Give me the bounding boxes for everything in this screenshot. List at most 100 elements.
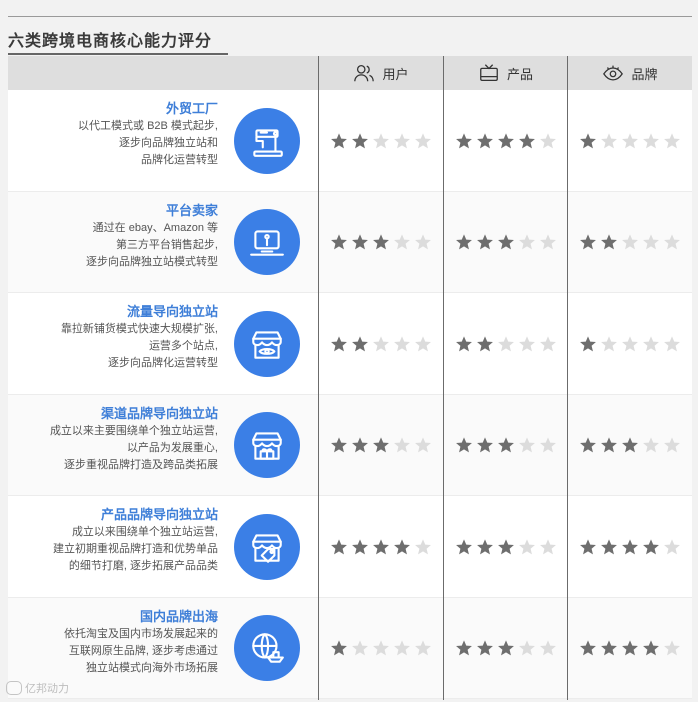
star-filled-icon (456, 336, 472, 352)
star-rating-users (319, 132, 443, 150)
star-filled-icon (352, 234, 368, 250)
row-divider (8, 698, 692, 699)
star-rating-product (444, 538, 568, 556)
category-icon-badge (234, 412, 300, 479)
star-empty-icon (622, 234, 638, 250)
star-empty-icon (664, 640, 680, 656)
table-row: 产品品牌导向独立站 成立以来围绕单个独立站运营, 建立初期重视品牌打造和优势单品 … (8, 496, 692, 598)
category-description: 依托淘宝及国内市场发展起来的 互联网原生品牌, 逐步考虑通过 独立站模式向海外市… (64, 627, 218, 674)
star-empty-icon (643, 437, 659, 453)
star-filled-icon (331, 539, 347, 555)
star-filled-icon (643, 640, 659, 656)
star-filled-icon (498, 133, 514, 149)
column-divider (443, 56, 444, 700)
column-divider (567, 56, 568, 700)
star-filled-icon (601, 640, 617, 656)
star-rating-brand (568, 233, 692, 251)
star-filled-icon (352, 336, 368, 352)
tv-icon (480, 64, 498, 81)
category-name: 渠道品牌导向独立站 (100, 405, 218, 421)
star-rating-product (444, 639, 568, 657)
star-filled-icon (373, 437, 389, 453)
star-filled-icon (456, 539, 472, 555)
star-empty-icon (352, 640, 368, 656)
star-rating-users (319, 538, 443, 556)
star-filled-icon (580, 640, 596, 656)
store-gift-icon (252, 432, 282, 461)
star-filled-icon (477, 539, 493, 555)
star-filled-icon (477, 336, 493, 352)
star-filled-icon (498, 234, 514, 250)
category-icon-badge (234, 107, 300, 174)
star-filled-icon (331, 336, 347, 352)
star-filled-icon (622, 640, 638, 656)
star-empty-icon (415, 539, 431, 555)
star-filled-icon (580, 336, 596, 352)
table-row: 渠道品牌导向独立站 成立以来主要围绕单个独立站运营, 以产品为发展重心, 逐步重视… (8, 394, 692, 496)
sewing-machine-icon (253, 129, 283, 157)
star-filled-icon (477, 640, 493, 656)
category-name: 平台卖家 (165, 202, 218, 218)
star-filled-icon (477, 133, 493, 149)
star-empty-icon (643, 336, 659, 352)
header-label: 产品 (506, 66, 533, 82)
star-empty-icon (415, 336, 431, 352)
star-filled-icon (580, 234, 596, 250)
eye-icon (603, 65, 624, 81)
row-text: 流量导向独立站靠拉新铺货模式快速大规模扩张, 运营多个站点, 逐步向品牌化运营转… (8, 303, 218, 372)
star-filled-icon (498, 539, 514, 555)
star-filled-icon (456, 133, 472, 149)
header-brand: 品牌 (568, 56, 692, 90)
star-rating-product (444, 233, 568, 251)
store-tag-icon (252, 534, 282, 563)
category-description: 成立以来围绕单个独立站运营, 建立初期重视品牌打造和优势单品 的细节打磨, 逐步… (53, 526, 218, 572)
header-label: 品牌 (631, 66, 658, 82)
star-empty-icon (540, 539, 556, 555)
table-row: 国内品牌出海 依托淘宝及国内市场发展起来的 互联网原生品牌, 逐步考虑通过 独立站… (8, 597, 692, 699)
header-label: 用户 (382, 66, 409, 82)
star-empty-icon (664, 234, 680, 250)
header-users: 用户 (319, 56, 443, 90)
star-empty-icon (622, 336, 638, 352)
star-filled-icon (331, 133, 347, 149)
title-underline (8, 53, 228, 55)
star-rating-product (444, 436, 568, 454)
star-filled-icon (643, 539, 659, 555)
header-product: 产品 (444, 56, 567, 90)
row-text: 国内品牌出海 依托淘宝及国内市场发展起来的 互联网原生品牌, 逐步考虑通过 独立站… (8, 608, 218, 677)
category-icon-badge (234, 310, 300, 377)
star-filled-icon (331, 234, 347, 250)
star-empty-icon (643, 133, 659, 149)
star-filled-icon (456, 234, 472, 250)
laptop-icon (250, 230, 284, 256)
star-filled-icon (498, 437, 514, 453)
table-header: 用户 产品 品牌 (8, 56, 692, 90)
star-empty-icon (519, 336, 535, 352)
star-empty-icon (373, 133, 389, 149)
star-empty-icon (415, 437, 431, 453)
category-description: 靠拉新铺货模式快速大规模扩张, 运营多个站点, 逐步向品牌化运营转型 (60, 323, 218, 369)
star-filled-icon (456, 437, 472, 453)
star-filled-icon (580, 437, 596, 453)
star-filled-icon (373, 539, 389, 555)
star-filled-icon (477, 234, 493, 250)
star-empty-icon (519, 640, 535, 656)
category-icon-badge (234, 513, 300, 580)
star-filled-icon (331, 640, 347, 656)
category-name: 流量导向独立站 (126, 304, 218, 319)
star-empty-icon (394, 437, 410, 453)
star-rating-product (444, 132, 568, 150)
store-eye-icon (252, 331, 282, 359)
star-empty-icon (664, 539, 680, 555)
table-row: 平台卖家 通过在 ebay、Amazon 等 第三方平台销售起步, 逐步向品牌独立… (8, 191, 692, 293)
star-empty-icon (415, 640, 431, 656)
star-rating-users (319, 639, 443, 657)
row-text: 平台卖家 通过在 ebay、Amazon 等 第三方平台销售起步, 逐步向品牌独立… (8, 202, 218, 271)
star-empty-icon (498, 336, 514, 352)
star-filled-icon (477, 437, 493, 453)
star-filled-icon (352, 437, 368, 453)
star-empty-icon (415, 133, 431, 149)
star-filled-icon (622, 539, 638, 555)
star-rating-brand (568, 335, 692, 353)
star-empty-icon (664, 336, 680, 352)
